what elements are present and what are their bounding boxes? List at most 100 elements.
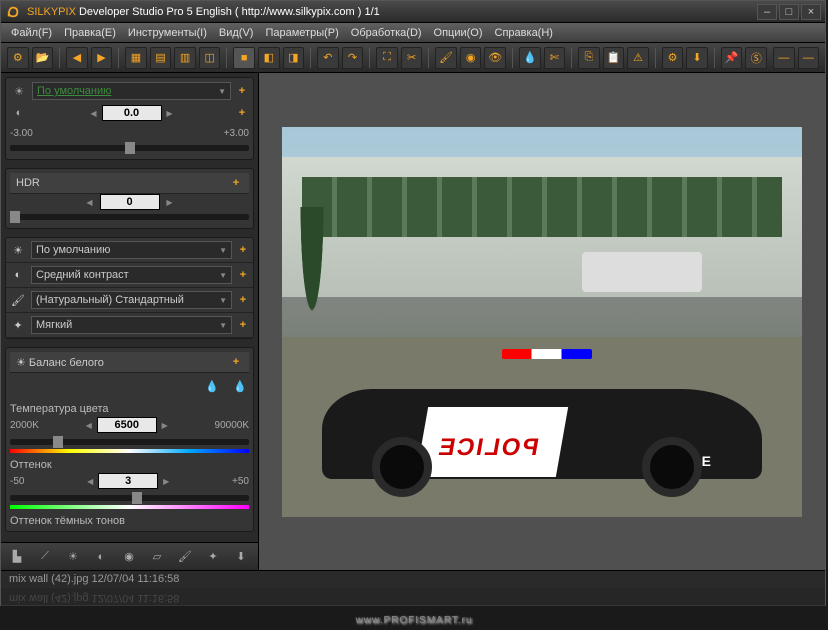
tool-redeye[interactable]: 👁 [484,47,506,69]
tool-dash-right[interactable]: — [798,47,820,69]
sharpness-dropdown[interactable]: Мягкий ▼ [31,316,232,334]
exposure-slider[interactable] [10,145,249,151]
sparkle-icon[interactable]: ✦ [203,547,223,567]
menu-params[interactable]: Параметры(P) [259,25,344,41]
close-button[interactable]: × [801,4,821,20]
curve-icon[interactable]: ⟋ [35,547,55,567]
temp-decrease-button[interactable]: ◀ [83,418,95,432]
exposure-min-label: -3.00 [10,128,33,139]
temp-color-bar [10,449,249,453]
menu-file[interactable]: Файл(F) [5,25,58,41]
exposure-preset-label: По умолчанию [37,85,218,97]
tool-brush[interactable]: 🖌 [435,47,457,69]
maximize-button[interactable]: □ [779,4,799,20]
tool-eyedropper[interactable]: 💧 [519,47,541,69]
app-window: SILKYPIX Developer Studio Pro 5 English … [0,0,826,606]
wb-add-button[interactable]: + [236,243,250,257]
exposure-preset-dropdown[interactable]: По умолчанию ▼ [32,82,231,100]
tool-logo[interactable]: Ⓢ [745,47,767,69]
tool-dash-left[interactable]: — [773,47,795,69]
temp-max-label: 90000K [215,420,249,431]
contrast2-icon[interactable]: ◐ [91,547,111,567]
tool-rotate-left[interactable]: ↶ [317,47,339,69]
chevron-down-icon: ▼ [219,271,227,280]
tool-rotate-right[interactable]: ↷ [342,47,364,69]
menu-options[interactable]: Опции(O) [428,25,489,41]
hdr-add-button[interactable]: + [229,176,243,190]
exposure-add-button[interactable]: + [235,84,249,98]
hdr-increase-button[interactable]: ▶ [164,195,176,209]
minimize-button[interactable]: – [757,4,777,20]
tool-settings[interactable]: ⚙ [662,47,684,69]
sharpness-add-button[interactable]: + [236,318,250,332]
sun-icon[interactable]: ☀ [63,547,83,567]
tool-compare-view[interactable]: ◨ [283,47,305,69]
tool-fit[interactable]: ⛶ [376,47,398,69]
brush2-icon[interactable]: 🖌 [175,547,195,567]
tint-value-input[interactable] [98,473,158,489]
titlebar[interactable]: SILKYPIX Developer Studio Pro 5 English … [1,1,825,23]
tool-gear[interactable]: ⚙ [7,47,29,69]
menubar: Файл(F) Правка(E) Инструменты(I) Вид(V) … [1,23,825,43]
hdr-decrease-button[interactable]: ◀ [84,195,96,209]
histogram-icon[interactable]: ▙ [7,547,27,567]
color-add-button[interactable]: + [236,293,250,307]
output-icon[interactable]: ⬇ [231,547,251,567]
tool-layout-2[interactable]: ▤ [150,47,172,69]
menu-process[interactable]: Обработка(D) [345,25,428,41]
color-dropdown[interactable]: (Натуральный) Стандартный ▼ [31,291,232,309]
exposure-value-input[interactable] [102,105,162,121]
tool-cut[interactable]: ✄ [544,47,566,69]
tool-crop[interactable]: ✂ [401,47,423,69]
eyedropper-gray-icon[interactable]: 💧 [203,377,221,395]
chevron-down-icon: ▼ [218,87,226,96]
tint-max-label: +50 [232,476,249,487]
temp-min-label: 2000K [10,420,39,431]
eyedropper-skin-icon[interactable]: 💧 [231,377,249,395]
tool-single-view[interactable]: ■ [233,47,255,69]
main-area: ☀ По умолчанию ▼ + ◐ ◀ ▶ + [1,73,825,570]
menu-view[interactable]: Вид(V) [213,25,260,41]
tool-folder-left[interactable]: ◀ [66,47,88,69]
tool-pin[interactable]: 📌 [721,47,743,69]
tool-layout-3[interactable]: ▥ [174,47,196,69]
chevron-down-icon: ▼ [219,321,227,330]
temp-value-input[interactable] [97,417,157,433]
exposure-decrease-button[interactable]: ◀ [88,106,100,120]
exposure-increase-button[interactable]: ▶ [164,106,176,120]
menu-edit[interactable]: Правка(E) [58,25,122,41]
lens-icon[interactable]: ◉ [119,547,139,567]
sidebar: ☀ По умолчанию ▼ + ◐ ◀ ▶ + [1,73,259,570]
contrast-dropdown[interactable]: Средний контраст ▼ [31,266,232,284]
tint-slider[interactable] [10,495,249,501]
temp-increase-button[interactable]: ▶ [159,418,171,432]
wb-dropdown[interactable]: По умолчанию ▼ [31,241,232,259]
statusbar-reflection: mix wall (42).jpg 12/07/04 11:16:58 [1,588,825,606]
tool-warning[interactable]: ⚠ [627,47,649,69]
menu-tools[interactable]: Инструменты(I) [122,25,213,41]
tool-copy[interactable]: ⎘ [578,47,600,69]
menu-help[interactable]: Справка(H) [489,25,559,41]
sidebar-bottom-toolbar: ▙ ⟋ ☀ ◐ ◉ ▱ 🖌 ✦ ⬇ [1,542,258,570]
tool-paste[interactable]: 📋 [603,47,625,69]
chevron-down-icon: ▼ [219,296,227,305]
tint-decrease-button[interactable]: ◀ [84,474,96,488]
tool-export[interactable]: ⬇ [686,47,708,69]
tool-folder-right[interactable]: ▶ [91,47,113,69]
tool-layout-4[interactable]: ◫ [199,47,221,69]
hdr-value-input[interactable] [100,194,160,210]
tint-increase-button[interactable]: ▶ [160,474,172,488]
hdr-slider[interactable] [10,214,249,220]
wb-panel-add-button[interactable]: + [229,355,243,369]
contrast-add-button[interactable]: + [236,268,250,282]
tool-spot[interactable]: ◉ [460,47,482,69]
geom-icon[interactable]: ▱ [147,547,167,567]
tool-split-view[interactable]: ◧ [258,47,280,69]
tool-open-folder[interactable]: 📂 [32,47,54,69]
image-viewport[interactable]: POLICE POLICE [259,73,825,570]
temp-slider[interactable] [10,439,249,445]
tool-layout-1[interactable]: ▦ [125,47,147,69]
exposure-add2-button[interactable]: + [235,106,249,120]
presets-panel: ☀ По умолчанию ▼ + ◐ Средний контраст ▼ … [5,237,254,339]
exposure-panel: ☀ По умолчанию ▼ + ◐ ◀ ▶ + [5,77,254,160]
